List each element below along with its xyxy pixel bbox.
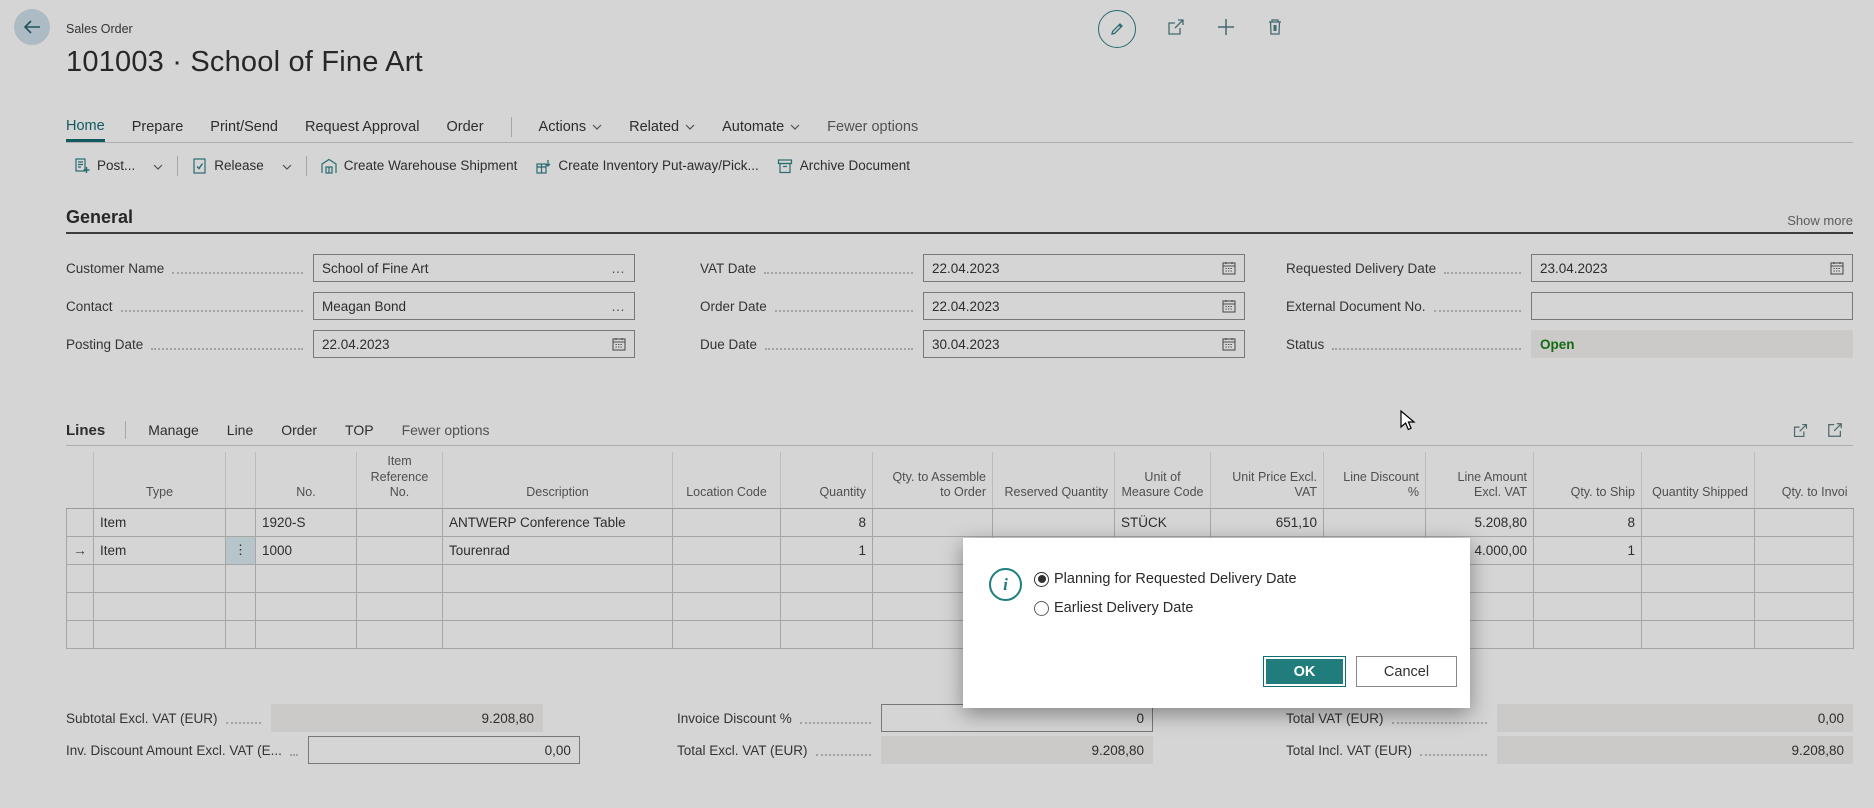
modal-overlay [0, 0, 1874, 808]
radio-planning-for-requested-delivery-date[interactable]: Planning for Requested Delivery Date [1034, 571, 1297, 587]
sales-order-page: Sales Order [0, 0, 1874, 808]
radio-earliest-delivery-date[interactable]: Earliest Delivery Date [1034, 600, 1297, 616]
radio-selected-icon [1034, 572, 1049, 587]
info-icon: i [989, 568, 1022, 601]
planning-options-dialog: i Planning for Requested Delivery Date E… [963, 538, 1470, 708]
ok-button[interactable]: OK [1263, 656, 1346, 687]
mouse-cursor [1400, 410, 1416, 432]
cancel-button[interactable]: Cancel [1356, 656, 1457, 687]
radio-unselected-icon [1034, 601, 1049, 616]
